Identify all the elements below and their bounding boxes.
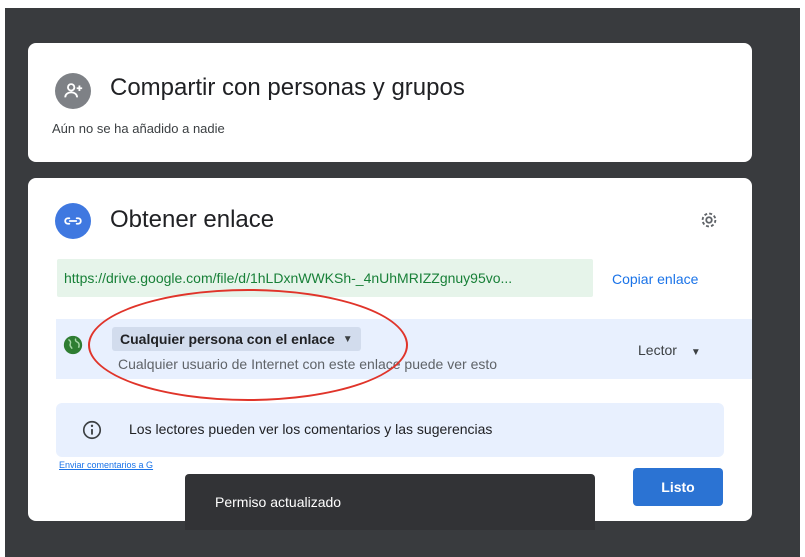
info-banner: Los lectores pueden ver los comentarios … [56,403,724,457]
caret-down-icon: ▼ [342,333,353,345]
done-button[interactable]: Listo [633,468,723,506]
get-link-card: Obtener enlace https://drive.google.com/… [28,178,752,521]
snackbar-text: Permiso actualizado [215,494,342,510]
access-level-label: Cualquier persona con el enlace [120,331,335,347]
share-card: Compartir con personas y grupos Aún no s… [28,43,752,162]
snackbar: Permiso actualizado [185,474,595,530]
access-level-dropdown[interactable]: Cualquier persona con el enlace ▼ [112,327,361,351]
get-link-title: Obtener enlace [110,206,275,233]
copy-link-button[interactable]: Copiar enlace [612,271,698,287]
send-feedback-link[interactable]: Enviar comentarios a G [59,460,153,470]
role-label: Lector [638,342,677,358]
gear-icon[interactable] [698,209,720,231]
access-description: Cualquier usuario de Internet con este e… [118,356,498,372]
link-url-field[interactable]: https://drive.google.com/file/d/1hLDxnWW… [57,259,593,297]
caret-down-icon: ▼ [690,347,701,358]
link-icon [55,203,91,239]
role-dropdown[interactable]: Lector ▼ [638,342,701,358]
link-url: https://drive.google.com/file/d/1hLDxnWW… [64,270,513,286]
globe-icon [62,334,84,356]
info-icon [81,419,103,441]
info-text: Los lectores pueden ver los comentarios … [129,421,493,437]
share-empty-text: Aún no se ha añadido a nadie [52,121,225,136]
person-add-icon [55,73,91,109]
share-title: Compartir con personas y grupos [110,74,465,101]
